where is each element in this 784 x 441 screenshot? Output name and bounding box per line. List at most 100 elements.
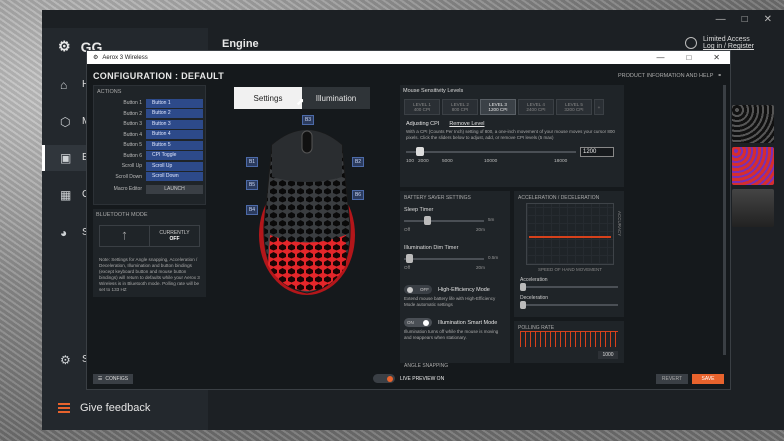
scrollbar[interactable] [723, 85, 726, 355]
sleep-timer-label: Sleep Timer [404, 207, 434, 213]
mouse-button-b5[interactable]: B5 [246, 180, 258, 190]
add-level-button[interactable]: + [594, 99, 604, 115]
action-binding-button[interactable]: Button 3 [146, 119, 203, 129]
mouse-cursor-icon: ⬈ [296, 97, 305, 108]
high-efficiency-toggle[interactable]: OFF [404, 285, 432, 294]
sleep-timer-handle[interactable] [424, 216, 431, 225]
live-preview-toggle[interactable]: LIVE PREVIEW ON [373, 374, 444, 383]
maximize-icon[interactable]: □ [742, 14, 748, 25]
gear-icon[interactable]: ⚙ [60, 353, 74, 367]
bluetooth-state: OFF [169, 236, 180, 242]
cpi-slider-handle[interactable] [416, 147, 424, 156]
sonar-icon[interactable]: ◕ [60, 226, 74, 240]
launch-button[interactable]: LAUNCH [146, 184, 203, 194]
action-binding-button[interactable]: Button 2 [146, 109, 203, 119]
acceleration-slider[interactable]: Acceleration [520, 277, 618, 291]
cpi-level-4[interactable]: LEVEL 4 2400 CPI [518, 99, 554, 115]
macro-editor-label: Macro Editor [113, 186, 142, 193]
action-label: Button 4 [123, 131, 142, 138]
dim-timer-label: Illumination Dim Timer [404, 245, 459, 251]
smart-mode-toggle[interactable]: ON [404, 318, 432, 327]
action-binding-button[interactable]: Button 5 [146, 140, 203, 150]
engine-app-icon: ⚙ [93, 55, 99, 61]
thumbnail[interactable] [732, 147, 774, 185]
cpi-tick: 2000 [418, 159, 429, 164]
revert-button[interactable]: REVERT [656, 374, 688, 384]
action-row: Button 3 Button 3 [98, 119, 205, 130]
cpi-tick: 100 [406, 159, 415, 164]
tab-illumination[interactable]: Illumination [302, 87, 370, 109]
action-binding-button[interactable]: CPI Toggle [146, 151, 203, 161]
deceleration-handle[interactable] [520, 301, 526, 309]
cpi-value-input[interactable]: 1200 [580, 147, 614, 157]
mouse-button-b1[interactable]: B1 [246, 157, 258, 167]
live-preview-switch[interactable] [373, 374, 395, 383]
avatar-icon [685, 37, 698, 49]
home-icon[interactable]: ⌂ [60, 78, 74, 92]
bluetooth-toggle[interactable]: ᛏ CURRENTLY OFF [99, 225, 200, 247]
action-binding-button[interactable]: Scroll Up [146, 161, 203, 171]
mouse-button-b2[interactable]: B2 [352, 157, 364, 167]
close-icon[interactable]: ✕ [713, 53, 720, 62]
cpi-level-value: 1200 CPI [488, 107, 508, 112]
mouse-button-b6[interactable]: B6 [352, 190, 364, 200]
login-link[interactable]: Log in / Register [703, 43, 754, 50]
dim-value: 0.5m [488, 255, 499, 260]
thumbnail[interactable] [732, 189, 774, 227]
live-preview-label: LIVE PREVIEW ON [400, 375, 445, 382]
mouse-diagram: B3 B1 B2 B5 B6 B4 [242, 115, 372, 300]
cpi-note: With a CPI (Counts Per Inch) setting of … [406, 129, 615, 140]
action-row: Button 6 CPI Toggle [98, 151, 205, 162]
tab-settings[interactable]: Settings [234, 87, 302, 109]
save-button[interactable]: SAVE [692, 374, 724, 384]
bluetooth-panel: BLUETOOTH MODE ᛏ CURRENTLY OFF Note: Set… [93, 209, 206, 297]
thumbnail[interactable] [732, 105, 774, 143]
engine-window-title: Aerox 3 Wireless [102, 54, 148, 61]
action-row: Button 5 Button 5 [98, 140, 205, 151]
cpi-level-3[interactable]: LEVEL 3 1200 CPI [480, 99, 516, 115]
high-efficiency-label: High-Efficiency Mode [438, 286, 490, 293]
close-icon[interactable]: ✕ [764, 14, 772, 25]
sensitivity-heading: Mouse Sensitivity Levels [403, 88, 464, 94]
action-row: Button 4 Button 4 [98, 130, 205, 141]
action-binding-button[interactable]: Button 4 [146, 130, 203, 140]
cpi-level-1[interactable]: LEVEL 1 400 CPI [404, 99, 440, 115]
configs-button[interactable]: ☰ CONFIGS [93, 374, 133, 384]
polling-rate-panel: POLLING RATE 1000 [514, 321, 624, 363]
mouse-button-b4[interactable]: B4 [246, 205, 258, 215]
action-label: Button 6 [123, 152, 142, 159]
product-info-link[interactable]: PRODUCT INFORMATION AND HELP ⚭ [618, 73, 722, 79]
action-binding-button[interactable]: Button 1 [146, 98, 203, 108]
acceleration-handle[interactable] [520, 283, 526, 291]
cpi-tick: 10000 [484, 159, 498, 164]
macro-editor-row: Macro Editor LAUNCH [98, 184, 205, 195]
sleep-value: 5m [488, 217, 495, 222]
adjusting-cpi-label: Adjusting CPI [406, 121, 440, 127]
cpi-level-2[interactable]: LEVEL 2 800 CPI [442, 99, 478, 115]
gift-icon[interactable]: ▦ [60, 188, 74, 202]
mouse-button-b3[interactable]: B3 [302, 115, 314, 125]
configs-icon: ☰ [97, 376, 103, 382]
action-label: Scroll Up [121, 163, 142, 170]
bluetooth-icon: ᛏ [121, 231, 128, 241]
bluetooth-heading: BLUETOOTH MODE [96, 212, 148, 218]
sleep-timer-slider[interactable]: Off 20m 5m [404, 215, 506, 233]
bottom-bar: ☰ CONFIGS LIVE PREVIEW ON REVERT SAVE [87, 369, 730, 389]
dim-timer-slider[interactable]: Off 20m 0.5m [404, 253, 506, 271]
hexagon-icon[interactable]: ⬡ [60, 115, 74, 129]
dim-timer-handle[interactable] [406, 254, 413, 263]
remove-level-link[interactable]: Remove Level [449, 121, 484, 127]
minimize-icon[interactable]: — [656, 53, 664, 62]
cpi-slider[interactable]: 100 2000 5000 10000 18000 1200 [406, 147, 618, 165]
chip-icon[interactable]: ▣ [60, 151, 74, 165]
action-binding-button[interactable]: Scroll Down [146, 172, 203, 182]
maximize-icon[interactable]: □ [686, 53, 691, 62]
polling-rate-value[interactable]: 1000 [598, 351, 618, 359]
high-efficiency-state: OFF [420, 287, 429, 292]
cpi-level-5[interactable]: LEVEL 5 3200 CPI [556, 99, 592, 115]
engine-window: ⚙ Aerox 3 Wireless — □ ✕ CONFIGURATION :… [86, 50, 731, 390]
give-feedback-button[interactable]: Give feedback [58, 402, 150, 414]
deceleration-slider[interactable]: Deceleration [520, 295, 618, 309]
minimize-icon[interactable]: — [716, 14, 726, 25]
user-account[interactable]: Limited Access Log in / Register [685, 36, 754, 50]
